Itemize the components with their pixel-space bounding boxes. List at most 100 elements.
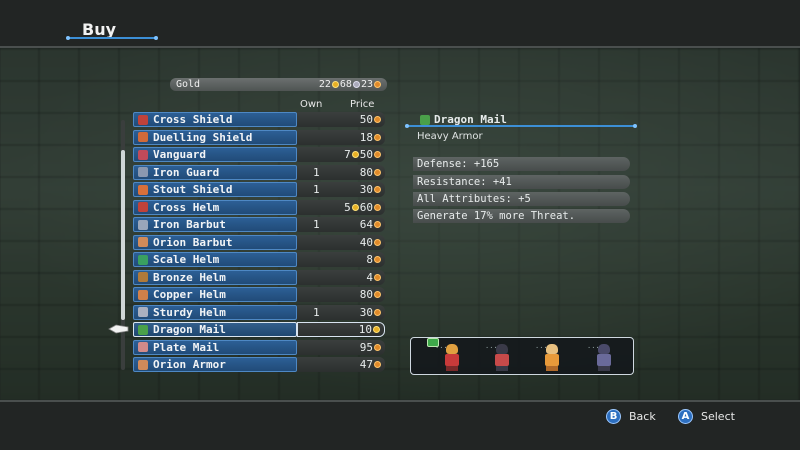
- silver-coin-icon: [352, 81, 360, 88]
- item-row[interactable]: Bronze Helm 4: [133, 269, 385, 287]
- item-name: Iron Guard: [153, 165, 220, 179]
- item-row[interactable]: Stout Shield 1 30: [133, 181, 385, 199]
- item-values-cell: 8: [297, 252, 385, 268]
- stat-defense: Defense: +165: [413, 157, 630, 171]
- item-price: 80: [360, 166, 381, 179]
- item-icon: [138, 254, 148, 265]
- item-own: 1: [313, 183, 320, 197]
- item-row[interactable]: Orion Barbut 40: [133, 234, 385, 252]
- item-list: Cross Shield 50 Duelling Shield 18 Vanguard 7…: [133, 111, 385, 374]
- item-row[interactable]: Orion Armor 47: [133, 356, 385, 374]
- item-icon: [138, 289, 148, 300]
- item-icon: [138, 132, 148, 143]
- scrollbar-thumb[interactable]: [121, 150, 125, 320]
- item-price: 64: [360, 218, 381, 231]
- item-name-cell: Scale Helm: [133, 252, 297, 268]
- item-name-cell: Iron Barbut: [133, 217, 297, 233]
- coin-icon: [373, 326, 380, 334]
- sprite-head: [546, 344, 558, 354]
- item-icon: [138, 202, 148, 213]
- item-icon: [138, 237, 148, 248]
- item-values-cell: 10: [297, 322, 385, 338]
- item-price-value: 30: [359, 183, 373, 197]
- item-price: 50: [360, 113, 381, 126]
- stat-threat: Generate 17% more Threat.: [413, 209, 630, 223]
- select-label: Select: [701, 410, 735, 423]
- item-price: 95: [360, 341, 381, 354]
- item-row[interactable]: Duelling Shield 18: [133, 129, 385, 147]
- item-values-cell: 5 60: [297, 199, 385, 215]
- gold-amount-c: 23: [360, 79, 373, 90]
- item-name-cell: Plate Mail: [133, 339, 297, 355]
- item-price-value: 50: [359, 113, 373, 127]
- item-name: Dragon Mail: [153, 323, 226, 337]
- item-name-cell: Copper Helm: [133, 287, 297, 303]
- item-price-value: 4: [366, 270, 373, 284]
- item-price-gold: 7: [344, 148, 351, 162]
- item-name: Bronze Helm: [153, 270, 226, 284]
- item-row[interactable]: Sturdy Helm 1 30: [133, 304, 385, 322]
- item-price-value: 18: [359, 130, 373, 144]
- sprite-head: [446, 344, 458, 354]
- coin-icon: [374, 221, 381, 229]
- item-values-cell: 40: [297, 234, 385, 250]
- item-values-cell: 1 30: [297, 304, 385, 320]
- item-name: Cross Shield: [153, 113, 233, 127]
- coin-icon: [374, 168, 381, 176]
- party-member-sprite: ···: [485, 342, 513, 372]
- item-values-cell: 50: [297, 112, 385, 128]
- item-values-cell: 1 80: [297, 164, 385, 180]
- item-price: 30: [360, 306, 381, 319]
- column-own: Own: [300, 99, 323, 110]
- coin-icon: [374, 361, 381, 369]
- background-scene: [0, 48, 800, 400]
- item-price-value: 50: [359, 148, 373, 162]
- party-member-sprite: ···: [587, 342, 615, 372]
- item-row[interactable]: Vanguard 7 50: [133, 146, 385, 164]
- gold-value: 22 68 23: [319, 79, 381, 90]
- item-row[interactable]: Copper Helm 80: [133, 286, 385, 304]
- item-row[interactable]: Iron Guard 1 80: [133, 164, 385, 182]
- item-price: 4: [366, 271, 381, 284]
- item-row[interactable]: Cross Shield 50: [133, 111, 385, 129]
- gold-coin-icon: [351, 151, 359, 159]
- item-price: 30: [360, 183, 381, 196]
- item-price-value: 64: [359, 218, 373, 232]
- item-price: 18: [360, 131, 381, 144]
- item-own: 1: [313, 218, 320, 232]
- item-name: Plate Mail: [153, 340, 220, 354]
- item-row[interactable]: Dragon Mail 10: [133, 321, 385, 339]
- back-hint[interactable]: B Back: [606, 409, 656, 424]
- item-icon: [138, 324, 148, 335]
- item-name-cell: Stout Shield: [133, 182, 297, 198]
- item-row[interactable]: Iron Barbut 1 64: [133, 216, 385, 234]
- item-row[interactable]: Cross Helm 5 60: [133, 199, 385, 217]
- select-hint[interactable]: A Select: [678, 409, 735, 424]
- coin-icon: [374, 291, 381, 299]
- item-price-value: 80: [359, 165, 373, 179]
- item-name-cell: Duelling Shield: [133, 129, 297, 145]
- sprite-legs: [496, 366, 508, 371]
- item-row[interactable]: Scale Helm 8: [133, 251, 385, 269]
- item-price: 40: [360, 236, 381, 249]
- coin-icon: [374, 238, 381, 246]
- party-panel: ··· ··· ··· ···: [410, 337, 634, 375]
- item-row[interactable]: Plate Mail 95: [133, 339, 385, 357]
- item-price-gold: 5: [344, 200, 351, 214]
- coin-icon: [374, 256, 381, 264]
- item-name: Iron Barbut: [153, 218, 226, 232]
- item-values-cell: 1 30: [297, 182, 385, 198]
- item-name-cell: Cross Shield: [133, 112, 297, 128]
- item-values-cell: 18: [297, 129, 385, 145]
- coin-icon: [374, 308, 381, 316]
- item-price: 10: [359, 323, 380, 336]
- gold-display: Gold 22 68 23: [170, 78, 387, 91]
- item-name-cell: Sturdy Helm: [133, 304, 297, 320]
- item-values-cell: 95: [297, 339, 385, 355]
- item-values-cell: 7 50: [297, 147, 385, 163]
- item-values-cell: 1 64: [297, 217, 385, 233]
- item-icon: [138, 149, 148, 160]
- item-price: 5 60: [344, 201, 381, 214]
- item-price-value: 10: [358, 323, 372, 337]
- item-name-cell: Vanguard: [133, 147, 297, 163]
